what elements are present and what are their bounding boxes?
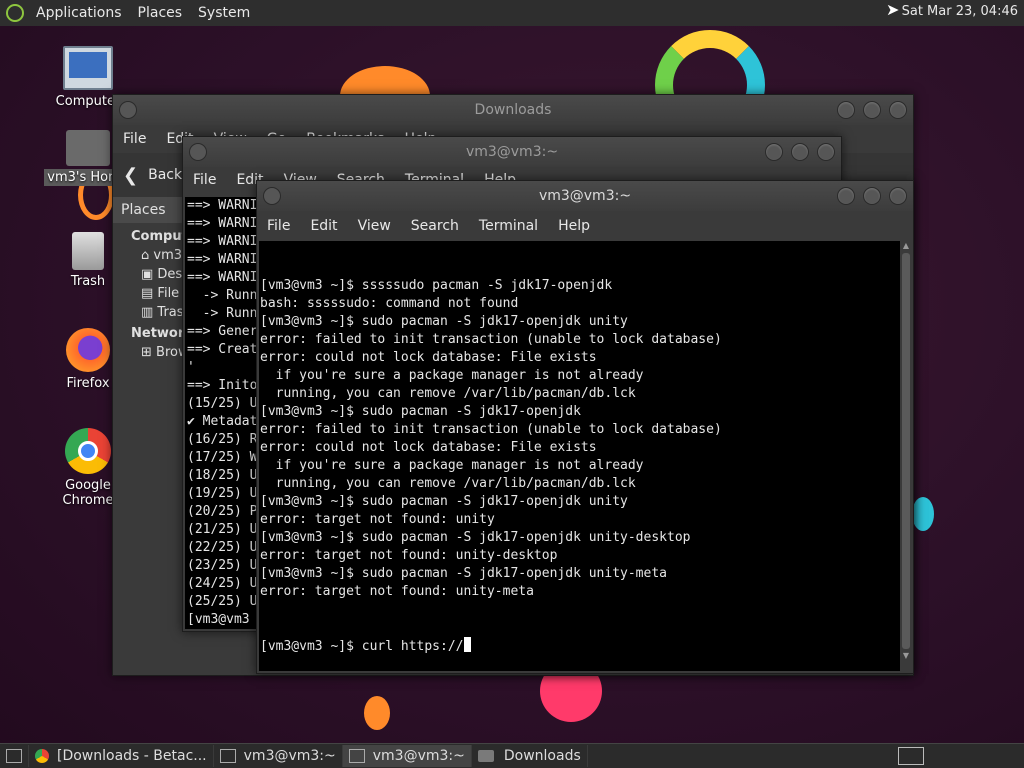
terminal-line: running, you can remove /var/lib/pacman/…: [260, 386, 636, 401]
window-title: vm3@vm3:~: [465, 144, 559, 160]
minimize-button[interactable]: [765, 143, 783, 161]
terminal-line: error: could not lock database: File exi…: [260, 440, 597, 455]
terminal-front-output[interactable]: [vm3@vm3 ~]$ sssssudo pacman -S jdk17-op…: [259, 241, 900, 671]
desktop-icon-label: Firefox: [66, 376, 110, 391]
close-button[interactable]: [889, 101, 907, 119]
menu-file[interactable]: File: [257, 218, 300, 234]
chrome-icon: [65, 428, 111, 474]
terminal-window-front: vm3@vm3:~ File Edit View Search Terminal…: [256, 180, 914, 674]
chrome-icon: [35, 749, 49, 763]
trash-icon: [72, 232, 104, 270]
terminal-line: running, you can remove /var/lib/pacman/…: [260, 476, 636, 491]
close-button[interactable]: [817, 143, 835, 161]
clock[interactable]: Sat Mar 23, 04:46: [902, 4, 1018, 19]
menu-file[interactable]: File: [113, 131, 156, 147]
taskbar-item-downloads[interactable]: Downloads: [472, 745, 588, 767]
close-button[interactable]: [889, 187, 907, 205]
terminal-icon: [219, 749, 236, 763]
taskbar-item-terminal-2[interactable]: vm3@vm3:~: [342, 745, 472, 767]
terminal-line: if you're sure a package manager is not …: [260, 458, 644, 473]
menu-help[interactable]: Help: [548, 218, 600, 234]
terminal-prompt-line[interactable]: [vm3@vm3 ~]$ curl https://: [260, 637, 900, 656]
terminal-line: [vm3@vm3 ~]$ sudo pacman -S jdk17-openjd…: [260, 314, 628, 329]
terminal-icon: [348, 749, 365, 763]
taskbar-item-terminal-1[interactable]: vm3@vm3:~: [214, 745, 343, 767]
maximize-button[interactable]: [791, 143, 809, 161]
terminal-back-titlebar[interactable]: vm3@vm3:~: [183, 137, 841, 167]
places-menu[interactable]: Places: [130, 5, 191, 21]
window-menu-button[interactable]: [263, 187, 281, 205]
maximize-button[interactable]: [863, 101, 881, 119]
menu-view[interactable]: View: [348, 218, 401, 234]
scroll-up-icon[interactable]: ▲: [900, 241, 912, 251]
window-menu-button[interactable]: [189, 143, 207, 161]
terminal-line: error: target not found: unity-desktop: [260, 548, 558, 563]
back-arrow-icon[interactable]: ❮: [123, 165, 138, 186]
menu-file[interactable]: File: [183, 172, 226, 188]
terminal-line: [vm3@vm3 ~]$ sudo pacman -S jdk17-openjd…: [260, 494, 628, 509]
computer-icon: [63, 46, 113, 90]
trash-icon: ▥: [141, 305, 158, 320]
downloads-titlebar[interactable]: Downloads: [113, 95, 913, 125]
desktop-folder-icon: ▣: [141, 267, 158, 282]
terminal-line: error: target not found: unity: [260, 512, 495, 527]
folder-icon: [477, 750, 494, 762]
home-icon: ⌂: [141, 248, 154, 263]
top-panel: Applications Places System ➤ Sat Mar 23,…: [0, 0, 1024, 26]
taskbar: [Downloads - Betac... vm3@vm3:~ vm3@vm3:…: [0, 743, 1024, 768]
applications-menu[interactable]: Applications: [28, 5, 130, 21]
desktop-icon-label: Trash: [70, 274, 106, 289]
terminal-output-lines: [vm3@vm3 ~]$ sssssudo pacman -S jdk17-op…: [260, 277, 900, 601]
scrollbar-thumb[interactable]: [902, 253, 910, 649]
drive-icon: ▤: [141, 286, 158, 301]
home-folder-icon: [66, 130, 110, 166]
back-button[interactable]: Back: [148, 167, 182, 183]
terminal-scrollbar[interactable]: ▲ ▼: [900, 241, 912, 671]
terminal-front-menubar: File Edit View Search Terminal Help: [257, 211, 913, 241]
workspace-switcher-icon[interactable]: [898, 747, 924, 765]
window-title: Downloads: [474, 102, 552, 118]
firefox-icon: [66, 328, 110, 372]
terminal-line: [vm3@vm3 ~]$ sudo pacman -S jdk17-openjd…: [260, 530, 691, 545]
window-title: vm3@vm3:~: [538, 188, 632, 204]
desktop-icon-label: Computer: [55, 94, 121, 109]
terminal-front-titlebar[interactable]: vm3@vm3:~: [257, 181, 913, 211]
distro-logo-icon[interactable]: [6, 4, 24, 22]
terminal-line: if you're sure a package manager is not …: [260, 368, 644, 383]
desktop-icon-label: Google Chrome: [62, 478, 114, 508]
terminal-cursor: [463, 637, 471, 652]
system-menu[interactable]: System: [190, 5, 258, 21]
terminal-line: [vm3@vm3 ~]$ sudo pacman -S jdk17-openjd…: [260, 404, 581, 419]
maximize-button[interactable]: [863, 187, 881, 205]
window-menu-button[interactable]: [119, 101, 137, 119]
mouse-pointer-icon: ➤: [886, 0, 900, 19]
minimize-button[interactable]: [837, 187, 855, 205]
terminal-line: error: failed to init transaction (unabl…: [260, 422, 722, 437]
terminal-line: error: could not lock database: File exi…: [260, 350, 597, 365]
taskbar-item-browser[interactable]: [Downloads - Betac...: [29, 745, 214, 767]
scroll-down-icon[interactable]: ▼: [900, 651, 912, 661]
terminal-line: error: target not found: unity-meta: [260, 584, 534, 599]
terminal-line: bash: sssssudo: command not found: [260, 296, 519, 311]
minimize-button[interactable]: [837, 101, 855, 119]
wallpaper-blob-teal: [912, 497, 934, 531]
show-desktop-icon[interactable]: [0, 745, 29, 767]
network-icon: ⊞: [141, 345, 157, 360]
menu-edit[interactable]: Edit: [300, 218, 347, 234]
terminal-line: error: failed to init transaction (unabl…: [260, 332, 722, 347]
wallpaper-blob-small-orange: [364, 696, 390, 730]
menu-terminal[interactable]: Terminal: [469, 218, 548, 234]
menu-search[interactable]: Search: [401, 218, 469, 234]
terminal-line: [vm3@vm3 ~]$ sssssudo pacman -S jdk17-op…: [260, 278, 613, 293]
terminal-line: [vm3@vm3 ~]$ sudo pacman -S jdk17-openjd…: [260, 566, 667, 581]
